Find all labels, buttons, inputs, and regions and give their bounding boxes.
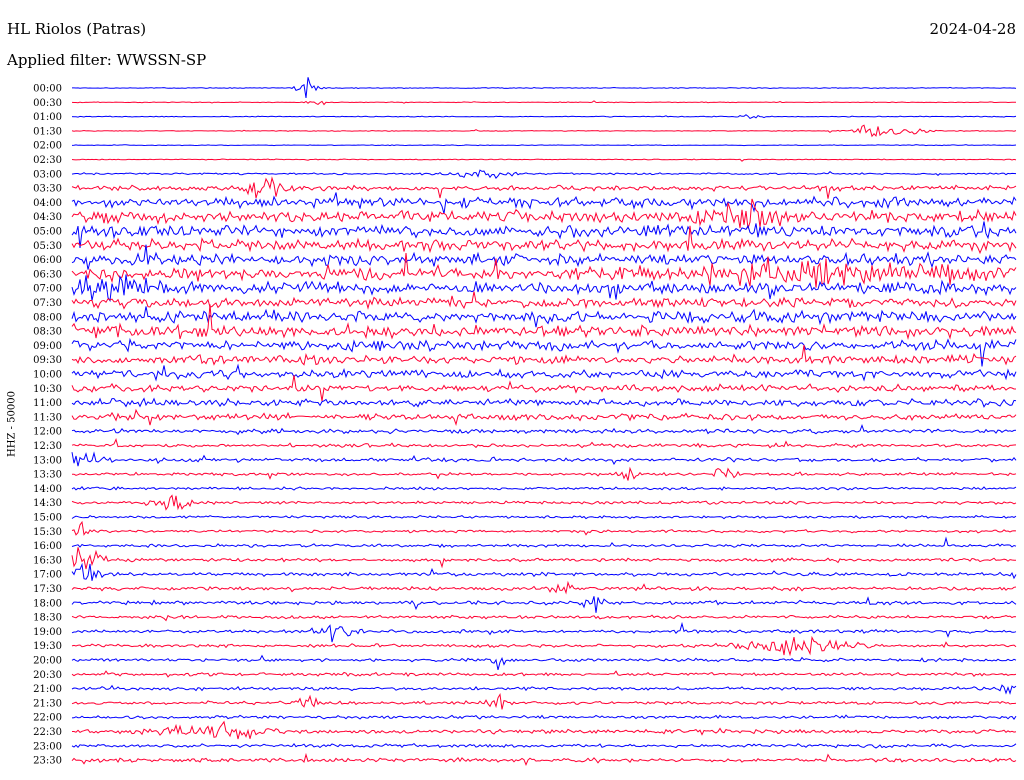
trace-2030: [71, 670, 1017, 678]
trace-0230: [71, 158, 1017, 162]
time-label-0830: 08:30: [33, 327, 62, 338]
time-label-0100: 01:00: [33, 112, 62, 123]
time-label-0130: 01:30: [33, 126, 62, 137]
time-label-1900: 19:00: [33, 627, 62, 638]
time-label-2000: 20:00: [33, 656, 62, 667]
trace-1100: [71, 397, 1017, 408]
trace-1630: [71, 547, 1016, 570]
time-label-0330: 03:30: [33, 184, 62, 195]
trace-1800: [71, 596, 1017, 613]
time-label-2030: 20:30: [33, 670, 62, 681]
trace-1400: [71, 486, 1017, 491]
time-label-1800: 18:00: [33, 598, 62, 609]
time-label-2330: 23:30: [33, 756, 62, 767]
time-label-1130: 11:30: [33, 412, 62, 423]
time-label-0230: 02:30: [33, 155, 62, 166]
trace-0000: [72, 77, 1017, 98]
time-labels: 00:00 00:30 01:00 01:30 02:00 02:30 03:00 03:30…: [33, 84, 62, 767]
time-label-2200: 22:00: [33, 713, 62, 724]
trace-2000: [71, 654, 1017, 671]
time-label-1830: 18:30: [33, 613, 62, 624]
trace-0330: [71, 176, 1017, 199]
time-label-0730: 07:30: [33, 298, 62, 309]
time-label-0930: 09:30: [33, 355, 62, 366]
time-label-1100: 11:00: [33, 398, 62, 409]
trace-1830: [71, 614, 1017, 622]
time-label-0800: 08:00: [33, 312, 62, 323]
trace-1500: [71, 514, 1017, 520]
time-label-0700: 07:00: [33, 284, 62, 295]
time-label-0400: 04:00: [33, 198, 62, 209]
time-label-2130: 21:30: [33, 698, 62, 709]
time-label-1300: 13:00: [33, 455, 62, 466]
time-label-1200: 12:00: [33, 427, 62, 438]
time-label-1630: 16:30: [33, 555, 62, 566]
trace-0800: [71, 306, 1017, 328]
trace-1200: [71, 424, 1017, 436]
time-label-1730: 17:30: [33, 584, 62, 595]
trace-0100: [71, 114, 1017, 120]
trace-1900: [71, 621, 1017, 643]
time-label-0300: 03:00: [33, 169, 62, 180]
trace-1330: [72, 466, 1017, 481]
trace-0730: [71, 291, 1017, 310]
time-label-1530: 15:30: [33, 527, 62, 538]
trace-0300: [71, 169, 1017, 179]
time-label-1700: 17:00: [33, 570, 62, 581]
trace-2330: [71, 752, 1017, 767]
time-label-0530: 05:30: [33, 241, 62, 252]
seismogram-plot: 00:00 00:30 01:00 01:30 02:00 02:30 03:00 03:30…: [33, 77, 1017, 767]
time-label-1930: 19:30: [33, 641, 62, 652]
trace-1030: [71, 375, 1016, 402]
trace-2130: [71, 693, 1017, 710]
trace-2230: [72, 720, 1017, 740]
trace-0630: [71, 253, 1017, 288]
time-label-0030: 00:30: [33, 98, 62, 109]
trace-0530: [71, 225, 1017, 255]
time-label-0600: 06:00: [33, 255, 62, 266]
trace-1000: [71, 363, 1017, 382]
time-label-0500: 05:00: [33, 227, 62, 238]
trace-2100: [71, 684, 1017, 695]
time-label-0430: 04:30: [33, 212, 62, 223]
time-label-0200: 02:00: [33, 141, 62, 152]
time-label-1330: 13:30: [33, 470, 62, 481]
trace-1600: [71, 536, 1017, 548]
time-label-0000: 00:00: [33, 84, 62, 95]
time-label-1000: 10:00: [33, 370, 62, 381]
trace-1700: [71, 562, 1017, 581]
time-label-1030: 10:30: [33, 384, 62, 395]
trace-1130: [71, 408, 1017, 427]
trace-0400: [71, 192, 1017, 214]
time-label-2230: 22:30: [33, 727, 62, 738]
trace-1730: [71, 580, 1017, 595]
trace-1430: [71, 494, 1017, 511]
trace-0830: [71, 304, 1017, 340]
trace-1230: [71, 438, 1017, 449]
trace-1930: [71, 635, 1017, 657]
time-label-1230: 12:30: [33, 441, 62, 452]
time-label-0900: 09:00: [33, 341, 62, 352]
trace-2200: [71, 714, 1017, 720]
time-label-2100: 21:00: [33, 684, 62, 695]
trace-2300: [71, 742, 1017, 749]
trace-0700: [71, 274, 1017, 303]
traces: [71, 77, 1017, 767]
trace-0200: [71, 144, 1017, 147]
time-label-2300: 23:00: [33, 741, 62, 752]
time-label-1400: 14:00: [33, 484, 62, 495]
trace-0030: [71, 100, 1016, 106]
trace-0130: [71, 124, 1017, 138]
time-label-1600: 16:00: [33, 541, 62, 552]
trace-1300: [71, 451, 1017, 467]
time-label-1430: 14:30: [33, 498, 62, 509]
time-label-0630: 06:30: [33, 269, 62, 280]
time-label-1500: 15:00: [33, 513, 62, 524]
trace-1530: [71, 520, 1017, 536]
